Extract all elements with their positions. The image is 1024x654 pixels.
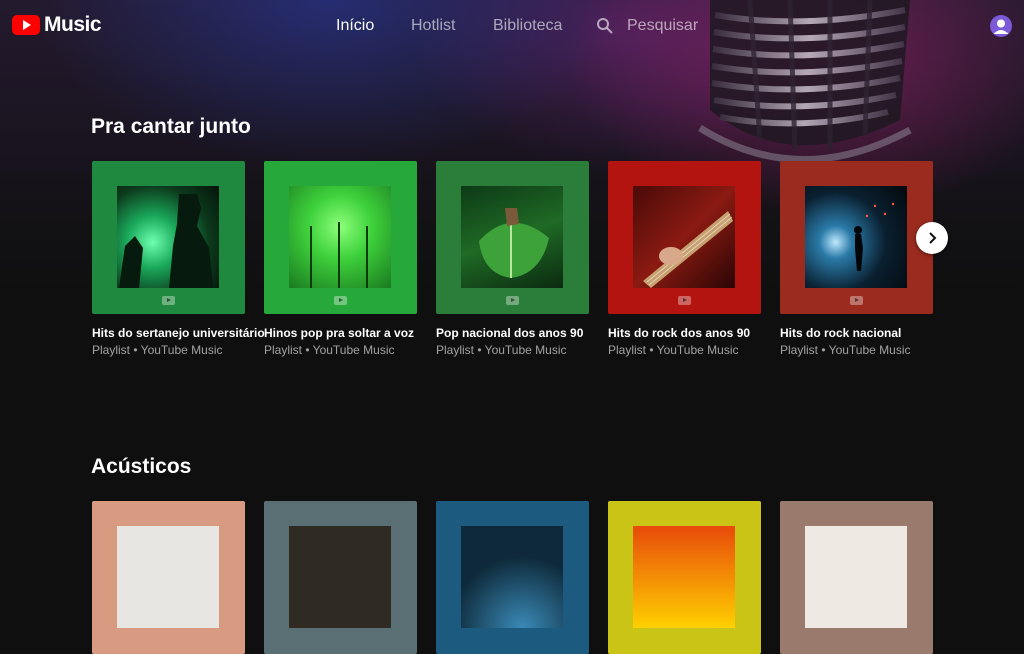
playlist-card[interactable]: Hits do rock nacional Playlist • YouTube… [780,161,933,357]
playlist-card[interactable] [436,501,589,654]
youtube-music-logo-icon [12,15,40,35]
youtube-mark-icon [850,296,863,305]
carousel-next-button[interactable] [916,222,948,254]
card-subtitle: Playlist • YouTube Music [608,343,739,357]
playlist-thumbnail[interactable] [780,161,933,314]
thumbnail-image [117,526,219,628]
avatar-icon [993,19,1009,34]
playlist-thumbnail[interactable] [92,501,245,654]
playlist-thumbnail[interactable] [608,161,761,314]
section-title-acusticos: Acústicos [91,455,192,478]
thumbnail-image [805,186,907,288]
search-button[interactable]: Pesquisar [627,17,698,35]
playlist-thumbnail[interactable] [92,161,245,314]
search-icon[interactable] [596,17,614,35]
logo-text: Music [44,13,102,36]
playlist-card[interactable]: Hits do sertanejo universitário Playlist… [92,161,265,357]
playlist-card[interactable] [92,501,245,654]
card-title[interactable]: Hits do rock nacional [780,326,901,340]
playlist-card[interactable]: Hinos pop pra soltar a voz Playlist • Yo… [264,161,417,357]
avatar[interactable] [990,15,1012,37]
playlist-card[interactable]: Pop nacional dos anos 90 Playlist • YouT… [436,161,589,357]
playlist-thumbnail[interactable] [264,161,417,314]
youtube-mark-icon [334,296,347,305]
card-title[interactable]: Hits do rock dos anos 90 [608,326,750,340]
thumbnail-image [633,186,735,288]
card-subtitle: Playlist • YouTube Music [436,343,567,357]
thumbnail-image [461,186,563,288]
youtube-mark-icon [162,296,175,305]
playlist-card[interactable] [608,501,761,654]
playlist-thumbnail[interactable] [608,501,761,654]
playlist-thumbnail[interactable] [436,501,589,654]
top-bar: Music Início Hotlist Biblioteca Pesquisa… [0,0,1024,52]
card-title[interactable]: Pop nacional dos anos 90 [436,326,583,340]
playlist-thumbnail[interactable] [780,501,933,654]
playlist-card[interactable] [264,501,417,654]
playlist-thumbnail[interactable] [436,161,589,314]
card-subtitle: Playlist • YouTube Music [780,343,911,357]
thumbnail-image [461,526,563,628]
thumbnail-image [633,526,735,628]
youtube-mark-icon [506,296,519,305]
nav-item-inicio[interactable]: Início [336,17,374,35]
card-title[interactable]: Hinos pop pra soltar a voz [264,326,414,340]
youtube-music-logo[interactable]: Music [12,13,102,37]
chevron-right-icon [929,232,937,244]
youtube-mark-icon [678,296,691,305]
nav-item-biblioteca[interactable]: Biblioteca [493,17,562,35]
playlist-card[interactable] [780,501,933,654]
thumbnail-image [805,526,907,628]
section-title-pra-cantar-junto: Pra cantar junto [91,115,251,138]
card-subtitle: Playlist • YouTube Music [264,343,395,357]
nav-item-hotlist[interactable]: Hotlist [411,17,455,35]
playlist-card[interactable]: Hits do rock dos anos 90 Playlist • YouT… [608,161,761,357]
card-subtitle: Playlist • YouTube Music [92,343,223,357]
playlist-thumbnail[interactable] [264,501,417,654]
card-title[interactable]: Hits do sertanejo universitário [92,326,265,340]
thumbnail-image [289,526,391,628]
thumbnail-image [289,186,391,288]
thumbnail-image [117,186,219,288]
